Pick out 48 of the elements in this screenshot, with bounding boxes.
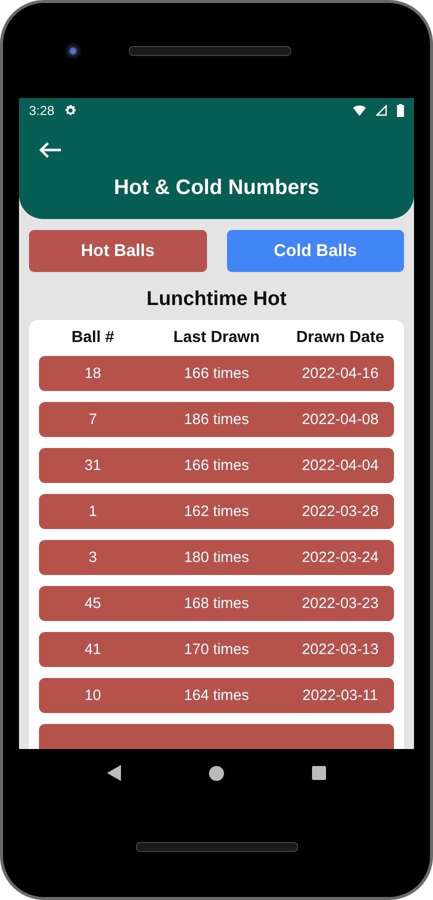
table-cell: 2022-03-28	[302, 503, 379, 520]
screen-title: Hot & Cold Numbers	[112, 176, 320, 200]
back-icon[interactable]	[107, 765, 121, 781]
status-time: 3:28	[29, 102, 54, 118]
hot-balls-button[interactable]: Hot Balls	[29, 230, 206, 272]
table-cell: 10	[84, 687, 102, 704]
table-cell: 18	[84, 365, 102, 382]
table-cell: 45	[84, 595, 102, 612]
table-row[interactable]: 7 186 times 2022-04-08	[39, 402, 394, 437]
table-row[interactable]: 31 166 times 2022-04-04	[39, 448, 394, 483]
table-row[interactable]: 45 168 times 2022-03-23	[39, 586, 394, 621]
table-row[interactable]: 3 180 times 2022-03-24	[39, 540, 394, 575]
column-header: Last Drawn	[173, 329, 260, 347]
table-cell: 2022-04-08	[302, 411, 379, 428]
table-cell: 164 times	[184, 687, 250, 704]
table-cell: 3	[88, 549, 97, 566]
cold-balls-button[interactable]: Cold Balls	[226, 230, 404, 272]
back-arrow-icon[interactable]	[38, 141, 62, 159]
table-cell: 166 times	[184, 457, 250, 474]
table-cell: 31	[84, 457, 102, 474]
settings-icon	[64, 104, 78, 116]
table-cell: 2022-03-23	[302, 595, 379, 612]
table-cell: 41	[84, 641, 102, 658]
table-cell: 166 times	[184, 365, 250, 382]
table-cell: 2022-03-11	[302, 687, 378, 704]
column-header: Drawn Date	[296, 329, 384, 347]
signal-icon	[376, 104, 387, 116]
wifi-icon	[353, 104, 366, 116]
battery-icon	[397, 104, 404, 116]
camera-icon	[65, 42, 81, 58]
table-cell: 170 times	[184, 641, 250, 658]
table-row[interactable]: 10 164 times 2022-03-11	[39, 678, 394, 713]
table-row[interactable]: 1 162 times 2022-03-28	[39, 494, 394, 529]
table-cell: 162 times	[184, 503, 250, 520]
table-cell: 1	[88, 503, 97, 520]
table-cell: 2022-03-24	[302, 549, 379, 566]
section-heading: Lunchtime Hot	[146, 288, 288, 311]
table-cell: 186 times	[184, 411, 250, 428]
table-cell: 2022-04-16	[302, 365, 379, 382]
column-header: Ball #	[71, 329, 114, 347]
table-cell: 168 times	[184, 595, 250, 612]
table-row[interactable]: 41 170 times 2022-03-13	[39, 632, 394, 667]
table-cell: 2022-03-13	[302, 641, 379, 658]
table-cell: 7	[88, 411, 97, 428]
table-cell: 180 times	[184, 549, 250, 566]
home-icon[interactable]	[209, 766, 224, 780]
table-row[interactable]: 18 166 times 2022-04-16	[39, 356, 394, 391]
table-cell: 2022-04-04	[302, 457, 379, 474]
